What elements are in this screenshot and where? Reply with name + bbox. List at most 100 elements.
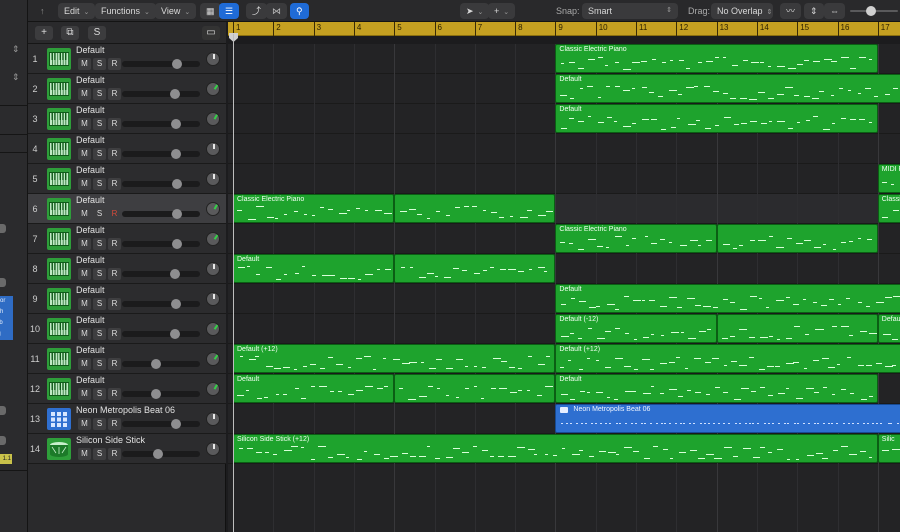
- volume-fader[interactable]: [122, 389, 200, 399]
- track-header[interactable]: 1 Default M S R: [28, 44, 226, 74]
- functions-menu[interactable]: Functions ⌄: [95, 3, 156, 19]
- volume-fader-knob[interactable]: [170, 419, 181, 429]
- track-header[interactable]: 4 Default M S R: [28, 134, 226, 164]
- volume-fader-knob[interactable]: [170, 299, 181, 309]
- midi-region[interactable]: Default: [555, 104, 878, 133]
- record-enable-button[interactable]: R: [108, 358, 121, 370]
- keyboard-icon[interactable]: [47, 318, 71, 340]
- record-enable-button[interactable]: R: [108, 118, 121, 130]
- pan-knob[interactable]: [206, 142, 220, 156]
- mute-button[interactable]: M: [78, 148, 91, 160]
- keyboard-icon[interactable]: [47, 138, 71, 160]
- pencil-tool-icon[interactable]: + ⌄: [488, 3, 516, 19]
- midi-region[interactable]: Default (+12): [233, 344, 556, 373]
- volume-fader[interactable]: [122, 179, 200, 189]
- track-header[interactable]: 13 Neon Metropolis Beat 06 M S R: [28, 404, 226, 434]
- track-header[interactable]: 5 Default M S R: [28, 164, 226, 194]
- record-enable-button[interactable]: R: [108, 208, 121, 220]
- volume-fader-knob[interactable]: [172, 59, 183, 69]
- keyboard-icon[interactable]: [47, 48, 71, 70]
- volume-fader[interactable]: [122, 449, 200, 459]
- global-solo-button[interactable]: S: [88, 26, 106, 40]
- volume-fader[interactable]: [122, 329, 200, 339]
- midi-region[interactable]: Silic: [877, 434, 900, 463]
- volume-fader-knob[interactable]: [170, 149, 181, 159]
- track-name[interactable]: Default: [76, 285, 105, 295]
- plugin-slot[interactable]: erb: [0, 318, 13, 329]
- midi-region[interactable]: [716, 314, 878, 343]
- keyboard-icon[interactable]: [47, 228, 71, 250]
- solo-button[interactable]: S: [93, 328, 106, 340]
- solo-button[interactable]: S: [93, 208, 106, 220]
- volume-fader-knob[interactable]: [169, 89, 180, 99]
- pattern-region[interactable]: Neon Metropolis Beat 06: [555, 404, 900, 433]
- inspector-knob[interactable]: [0, 278, 6, 287]
- pan-knob[interactable]: [206, 442, 220, 456]
- edit-menu[interactable]: Edit ⌄: [58, 3, 96, 19]
- track-header[interactable]: 14 Silicon Side Stick M S R: [28, 434, 226, 464]
- pan-knob[interactable]: [206, 322, 220, 336]
- pan-knob[interactable]: [206, 412, 220, 426]
- pan-knob[interactable]: [206, 82, 220, 96]
- plugin-slot[interactable]: itch: [0, 307, 13, 318]
- track-name[interactable]: Default: [76, 165, 105, 175]
- record-enable-button[interactable]: R: [108, 328, 121, 340]
- mute-button[interactable]: M: [78, 418, 91, 430]
- mute-button[interactable]: M: [78, 238, 91, 250]
- track-name[interactable]: Default: [76, 345, 105, 355]
- record-enable-button[interactable]: R: [108, 58, 121, 70]
- vertical-zoom-icon[interactable]: ⇕: [804, 3, 824, 19]
- volume-fader[interactable]: [122, 239, 200, 249]
- track-lane[interactable]: [228, 164, 900, 194]
- volume-fader-knob[interactable]: [150, 389, 161, 399]
- keyboard-icon[interactable]: [47, 108, 71, 130]
- solo-button[interactable]: S: [93, 178, 106, 190]
- midi-region[interactable]: [394, 194, 556, 223]
- track-name[interactable]: Default: [76, 105, 105, 115]
- volume-fader-knob[interactable]: [172, 239, 183, 249]
- volume-fader-knob[interactable]: [150, 359, 161, 369]
- midi-region[interactable]: Default (-12): [555, 314, 717, 343]
- volume-fader[interactable]: [122, 419, 200, 429]
- snap-select[interactable]: Smart ⇕: [582, 3, 678, 19]
- record-enable-button[interactable]: R: [108, 388, 121, 400]
- keyboard-icon[interactable]: [47, 78, 71, 100]
- solo-button[interactable]: S: [93, 418, 106, 430]
- pan-knob[interactable]: [206, 172, 220, 186]
- zoom-slider[interactable]: [850, 3, 900, 19]
- volume-fader-knob[interactable]: [172, 179, 183, 189]
- pan-knob[interactable]: [206, 112, 220, 126]
- solo-button[interactable]: S: [93, 448, 106, 460]
- inspector-knob[interactable]: [0, 224, 6, 233]
- midi-region[interactable]: Classi: [877, 194, 900, 223]
- midi-region[interactable]: Classic Electric Piano: [555, 224, 717, 253]
- track-header[interactable]: 12 Default M S R: [28, 374, 226, 404]
- mute-button[interactable]: M: [78, 118, 91, 130]
- midi-region[interactable]: Default: [555, 284, 900, 313]
- automation-icon[interactable]: ⤴: [246, 3, 268, 19]
- track-name[interactable]: Default: [76, 135, 105, 145]
- track-name[interactable]: Silicon Side Stick: [76, 435, 145, 445]
- record-enable-button[interactable]: R: [108, 448, 121, 460]
- catch-playhead-icon[interactable]: ⚲: [290, 3, 309, 19]
- mute-button[interactable]: M: [78, 298, 91, 310]
- track-header[interactable]: 8 Default M S R: [28, 254, 226, 284]
- track-name[interactable]: Default: [76, 75, 105, 85]
- record-enable-button[interactable]: R: [108, 268, 121, 280]
- volume-fader-knob[interactable]: [169, 269, 180, 279]
- track-name[interactable]: Default: [76, 375, 105, 385]
- plugin-slot[interactable]: ssor: [0, 296, 13, 307]
- chevron-updown-icon[interactable]: ⇕: [12, 44, 20, 55]
- midi-region[interactable]: MIDI R: [877, 164, 900, 193]
- midi-region[interactable]: Defau: [877, 314, 900, 343]
- bar-ruler[interactable]: 1 2 3 4 5 6 7 8 9 10 11 12 13 14 15 16 17: [228, 22, 900, 36]
- midi-region[interactable]: Default: [233, 254, 395, 283]
- keyboard-icon[interactable]: [47, 378, 71, 400]
- solo-button[interactable]: S: [93, 388, 106, 400]
- drum-machine-icon[interactable]: [47, 408, 71, 430]
- solo-button[interactable]: S: [93, 88, 106, 100]
- midi-region[interactable]: Default (+12): [555, 344, 900, 373]
- mute-button[interactable]: M: [78, 178, 91, 190]
- mute-button[interactable]: M: [78, 268, 91, 280]
- track-header[interactable]: 11 Default M S R: [28, 344, 226, 374]
